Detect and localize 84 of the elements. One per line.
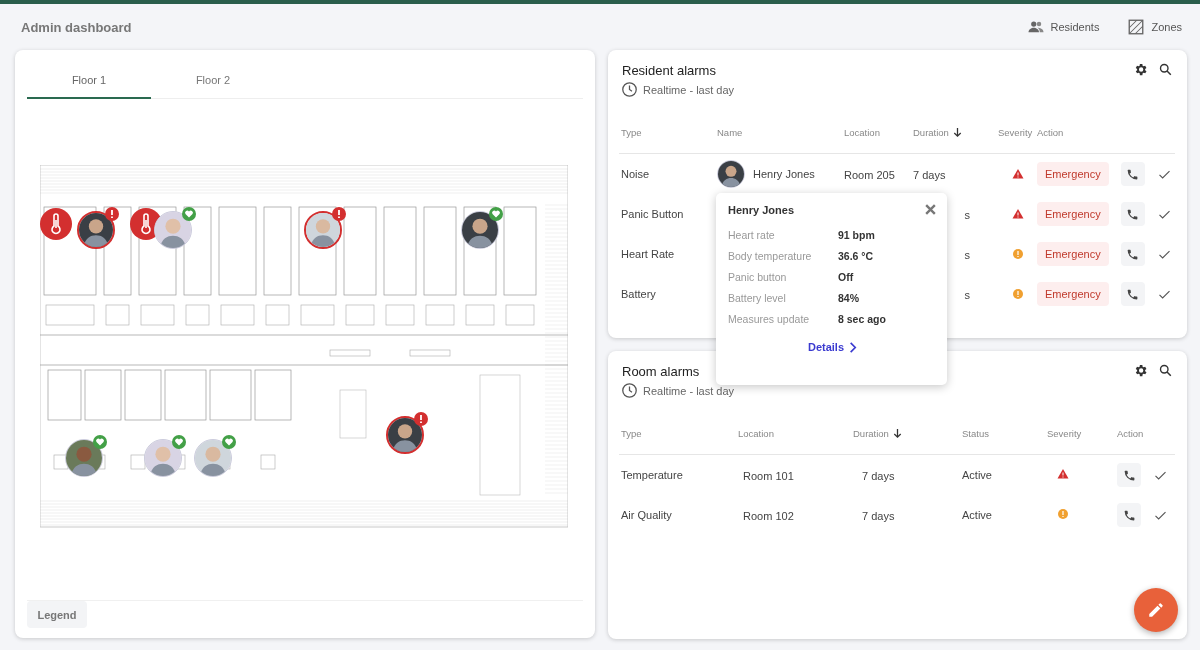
phone-icon [1122, 468, 1136, 482]
clock-icon [621, 81, 638, 98]
field-label: Body temperature [728, 250, 813, 262]
field-value: Off [838, 271, 855, 283]
column-header[interactable]: Type [621, 127, 642, 138]
time-range-label: Realtime - last day [643, 384, 735, 397]
details-link[interactable]: Details [807, 341, 858, 353]
field-value: 91 bpm [838, 229, 876, 241]
column-header[interactable]: Location [844, 127, 880, 138]
table-cell: Room 102 [743, 510, 794, 522]
table-cell-text: Temperature [621, 469, 684, 481]
call-button[interactable] [1120, 162, 1145, 186]
table-cell-text: Air Quality [621, 509, 673, 521]
settings-icon[interactable] [1133, 363, 1148, 378]
table-cell-text: Panic Button [621, 208, 685, 220]
table-cell-text: Noise [621, 168, 651, 180]
table-cell-text: Active [962, 509, 993, 521]
search-icon[interactable] [1158, 363, 1173, 378]
field-value: 36.6 °C [838, 250, 875, 262]
table-cell: s [964, 289, 970, 301]
field-value: 8 sec ago [838, 313, 887, 325]
column-header[interactable]: Severity [998, 127, 1033, 138]
nav-link[interactable]: Zones [1127, 18, 1182, 36]
emergency-button[interactable]: Emergency [1037, 282, 1109, 306]
sort-arrow-icon[interactable] [951, 127, 963, 138]
popup-title: Henry Jones [728, 203, 795, 216]
column-header[interactable]: Name [717, 127, 743, 138]
phone-icon [1126, 207, 1140, 221]
hatched-square-icon [1127, 18, 1146, 36]
field-label: Heart rate [728, 229, 776, 241]
field-label: Panic button [728, 271, 788, 283]
call-button[interactable] [1117, 463, 1141, 487]
close-icon[interactable] [924, 203, 937, 216]
table-cell: Room 101 [743, 470, 794, 482]
floor-tab[interactable]: Floor 2 [151, 62, 275, 99]
phone-icon [1126, 167, 1140, 181]
card-title: Resident alarms [622, 63, 717, 78]
resident-avatar[interactable] [304, 211, 342, 249]
table-cell-text: Battery [621, 288, 657, 300]
column-header[interactable]: Severity [1047, 428, 1082, 439]
resident-avatar[interactable] [77, 211, 115, 249]
time-range-label: Realtime - last day [643, 83, 735, 96]
thermometer-icon[interactable] [40, 208, 72, 240]
call-button[interactable] [1120, 202, 1145, 226]
phone-icon [1126, 287, 1140, 301]
field-label: Measures update [728, 313, 811, 325]
sort-arrow-icon[interactable] [891, 428, 903, 439]
emergency-button[interactable]: Emergency [1037, 202, 1109, 226]
column-header[interactable]: Action [1117, 428, 1144, 439]
table-cell: s [964, 249, 970, 261]
clock-icon [621, 382, 638, 399]
phone-icon [1122, 508, 1136, 522]
emergency-button[interactable]: Emergency [1037, 242, 1109, 266]
field-value: 84% [838, 292, 860, 304]
card-title: Room alarms [622, 364, 701, 379]
chevron-right-icon [848, 341, 858, 353]
nav-link[interactable]: Residents [1026, 18, 1100, 36]
table-cell: s [964, 209, 970, 221]
page-title: Admin dashboard [21, 19, 132, 35]
resident-avatar[interactable] [386, 416, 424, 454]
floor-tab[interactable]: Floor 1 [27, 62, 151, 99]
table-cell-text: Active [962, 469, 993, 481]
legend-button[interactable]: Legend [27, 601, 87, 628]
table-cell: 7 days [862, 510, 895, 522]
column-header[interactable]: Duration [853, 428, 889, 439]
column-header[interactable]: Location [738, 428, 774, 439]
table-cell: 7 days [862, 470, 895, 482]
table-cell: Henry Jones [753, 168, 815, 180]
emergency-button[interactable]: Emergency [1037, 162, 1109, 186]
phone-icon [1126, 247, 1140, 261]
column-header[interactable]: Type [621, 428, 642, 439]
column-header[interactable]: Duration [913, 127, 949, 138]
call-button[interactable] [1117, 503, 1141, 527]
column-header[interactable]: Action [1037, 127, 1064, 138]
table-cell: 7 days [913, 169, 946, 181]
pencil-icon [1147, 601, 1165, 619]
table-cell-text: Heart Rate [621, 248, 676, 260]
field-label: Battery level [728, 292, 787, 304]
search-icon[interactable] [1158, 62, 1173, 77]
settings-icon[interactable] [1133, 62, 1148, 77]
table-cell: Room 205 [844, 169, 895, 181]
call-button[interactable] [1120, 282, 1145, 306]
column-header[interactable]: Status [962, 428, 989, 439]
call-button[interactable] [1120, 242, 1145, 266]
